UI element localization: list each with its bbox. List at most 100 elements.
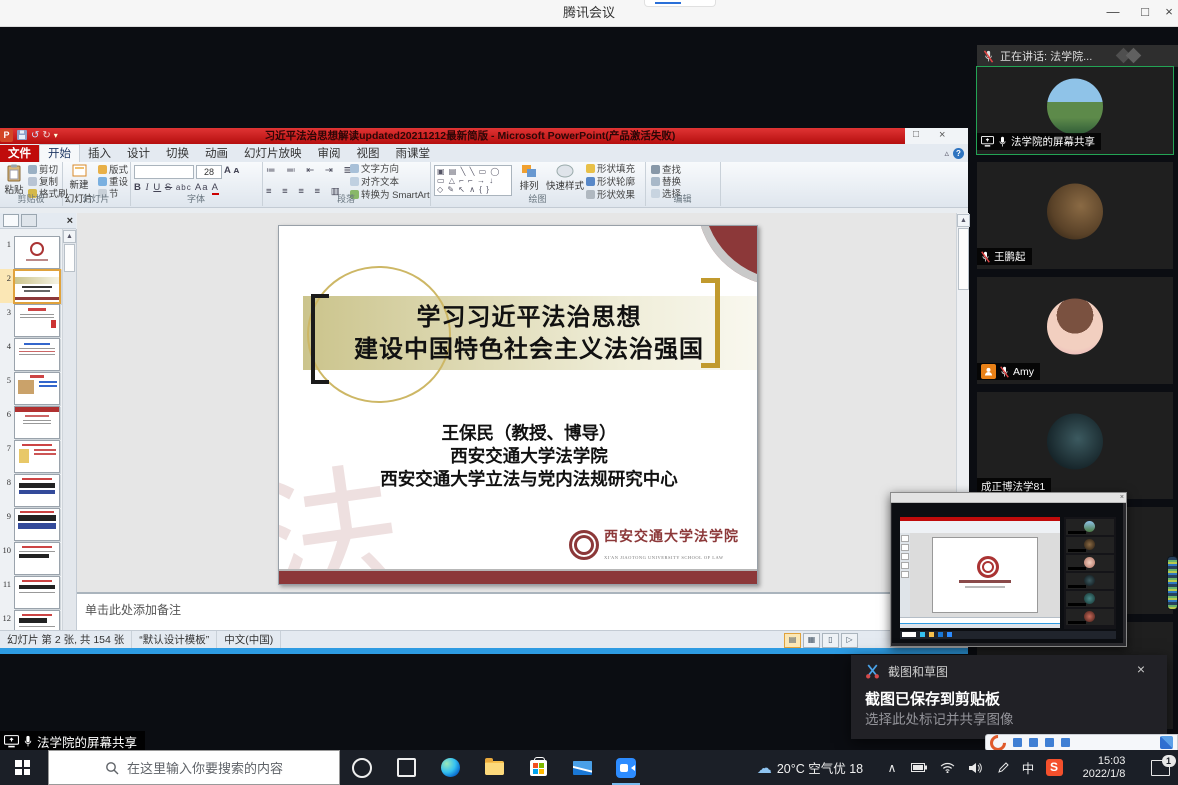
slide-thumbnail-4[interactable]: 4 [0,337,62,371]
tab-insert[interactable]: 插入 [80,145,119,163]
slide-thumbnail-2-selected[interactable]: 2 [0,269,62,303]
preview-close-icon[interactable]: × [1120,493,1124,502]
sidebar-collapse-handle[interactable] [1167,556,1178,610]
shape-fill-button[interactable]: 形状填充 [586,164,635,175]
toast-subtitle[interactable]: 选择此处标记并共享图像 [865,708,1014,728]
action-center-button[interactable]: 1 [1142,750,1178,785]
volume-button[interactable] [962,750,988,785]
layout-button[interactable]: 版式 [98,165,128,176]
outline-tab-icon[interactable] [21,214,37,227]
arrange-button[interactable]: 排列 [514,163,544,192]
slide-sorter-button[interactable]: ▦ [803,633,820,648]
reading-view-button[interactable]: ▯ [822,633,839,648]
canvas-scroll-up-icon[interactable]: ▲ [957,214,970,227]
meeting-app-button[interactable] [604,750,648,785]
tab-slideshow[interactable]: 幻灯片放映 [236,145,310,163]
slide-thumbnail-9[interactable]: 9 [0,507,62,541]
start-button[interactable] [0,750,44,785]
participant-tile-2[interactable]: 王鹏起 [977,162,1173,269]
tab-rain-classroom[interactable]: 雨课堂 [388,145,439,163]
participant-tile-3[interactable]: Amy [977,277,1173,384]
top-docked-toolbar[interactable] [644,0,716,7]
store-button[interactable] [516,750,560,785]
toast-close-icon[interactable]: × [1137,661,1145,677]
qat-dropdown-icon[interactable]: ▾ [54,131,58,140]
ime-grid-icon[interactable] [1160,736,1173,749]
panel-scroll-up-icon[interactable]: ▲ [63,230,76,243]
status-language[interactable]: 中文(中国) [217,631,281,649]
preview-titlebar[interactable]: × [891,493,1126,503]
find-button[interactable]: 查找 [651,165,681,176]
ribbon-collapse-icon[interactable]: ▵ [944,148,949,159]
slide-thumbnail-10[interactable]: 10 [0,541,62,575]
slide-thumbnail-7[interactable]: 7 [0,439,62,473]
slides-tab-icon[interactable] [3,214,19,227]
cortana-button[interactable] [340,750,384,785]
slide-thumbnail-1[interactable]: 1 [0,235,62,269]
quick-styles-button[interactable]: 快速样式 [546,163,584,192]
task-view-button[interactable] [384,750,428,785]
ppt-close-button[interactable]: × [939,129,945,141]
minimize-button[interactable]: — [1096,0,1130,26]
redo-icon[interactable]: ↻ [42,130,50,141]
panel-close-icon[interactable]: × [67,215,73,227]
tab-animations[interactable]: 动画 [197,145,236,163]
align-text-button[interactable]: 对齐文本 [350,177,399,188]
ime-toolbar[interactable] [985,734,1178,751]
ime-tool-icon[interactable] [1045,738,1054,747]
powerpoint-app-icon[interactable]: P [0,129,13,142]
panel-scroll-thumb[interactable] [64,244,75,272]
tab-review[interactable]: 审阅 [310,145,349,163]
cut-button[interactable]: 剪切 [28,165,58,176]
help-icon[interactable]: ? [953,148,964,159]
taskbar-search[interactable]: 在这里输入你要搜索的内容 [48,750,340,785]
snip-sketch-toast[interactable]: 截图和草图 × 截图已保存到剪贴板 选择此处标记并共享图像 [851,655,1167,739]
close-button[interactable]: × [1152,0,1178,26]
panel-scrollbar[interactable]: ▲ [62,229,76,630]
ime-mode-button[interactable]: 中 [1016,750,1040,785]
weather-widget[interactable]: ☁ 20°C 空气优 18 [745,750,875,785]
save-icon[interactable] [16,129,28,141]
tab-file[interactable]: 文件 [0,145,39,163]
font-name-combobox[interactable] [134,165,194,179]
reset-button[interactable]: 重设 [98,177,128,188]
ppt-restore-button[interactable]: □ [913,129,919,140]
sogou-ime-button[interactable]: S [1042,750,1066,785]
wifi-button[interactable] [934,750,960,785]
tab-view[interactable]: 视图 [349,145,388,163]
slideshow-button[interactable]: ▷ [841,633,858,648]
participant-tile-4[interactable]: 成正博法学81 [977,392,1173,499]
file-explorer-button[interactable] [472,750,516,785]
share-preview-window[interactable]: × [890,492,1127,647]
grow-shrink-font-icons[interactable]: A ᴀ [224,165,240,176]
slide-thumbnail-5[interactable]: 5 [0,371,62,405]
shape-outline-button[interactable]: 形状轮廓 [586,177,635,188]
clear-format-button[interactable]: abc [176,183,192,192]
battery-button[interactable] [906,750,932,785]
canvas-scroll-thumb[interactable] [958,228,969,290]
undo-icon[interactable]: ↺ [31,130,39,141]
ime-tool-icon[interactable] [1013,738,1022,747]
participant-tile-1[interactable]: 法学院的屏幕共享 [977,67,1173,154]
tray-expand-button[interactable]: ∧ [880,750,904,785]
tab-design[interactable]: 设计 [119,145,158,163]
ime-tool-icon[interactable] [1029,738,1038,747]
current-slide[interactable]: 法 学习习近平法治思想 建设中国特色社会主义法治强国 王保民（教授、博导） 西安… [278,225,758,585]
normal-view-button[interactable]: ▤ [784,633,801,648]
ime-tool-icon[interactable] [1061,738,1070,747]
replace-button[interactable]: 替换 [651,177,681,188]
text-direction-button[interactable]: 文字方向 [350,164,399,175]
tab-transitions[interactable]: 切换 [158,145,197,163]
slide-thumbnail-6[interactable]: 6 [0,405,62,439]
notes-pane[interactable]: 单击此处添加备注 [77,592,956,632]
slide-thumbnail-8[interactable]: 8 [0,473,62,507]
mail-button[interactable] [560,750,604,785]
copy-button[interactable]: 复制 [28,177,58,188]
tab-home[interactable]: 开始 [39,144,80,163]
windows-ink-button[interactable] [990,750,1016,785]
font-size-combobox[interactable]: 28 [196,165,222,179]
edge-button[interactable] [428,750,472,785]
slide-thumbnail-11[interactable]: 11 [0,575,62,609]
list-indent-buttons[interactable]: ≔ ≕ ⇤ ⇥ ≣ [266,165,355,176]
slide-thumbnail-3[interactable]: 3 [0,303,62,337]
